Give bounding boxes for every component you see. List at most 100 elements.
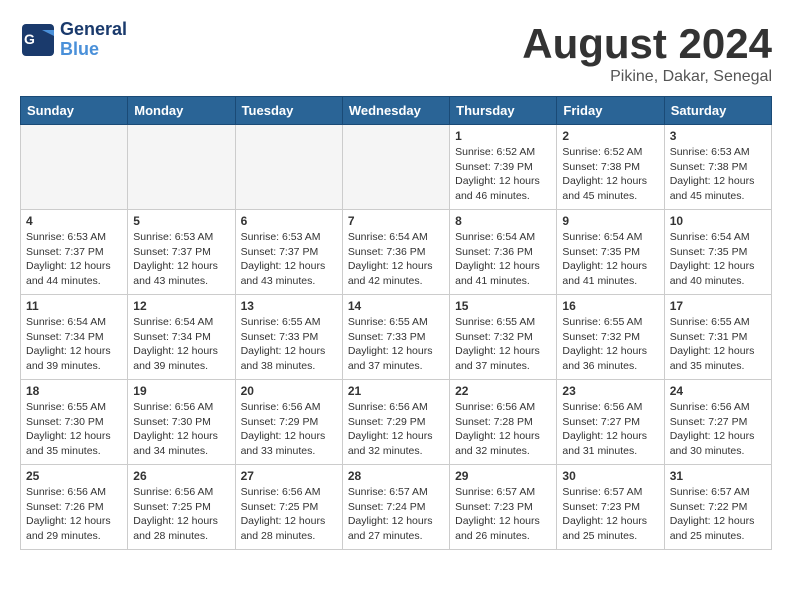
day-number: 24 [670, 384, 766, 398]
calendar-cell: 1 Sunrise: 6:52 AM Sunset: 7:39 PM Daylig… [450, 125, 557, 210]
day-number: 6 [241, 214, 337, 228]
day-info: Sunrise: 6:55 AM Sunset: 7:32 PM Dayligh… [455, 315, 551, 374]
logo-blue: Blue [60, 40, 127, 60]
calendar-cell: 11 Sunrise: 6:54 AM Sunset: 7:34 PM Dayli… [21, 295, 128, 380]
calendar-cell: 31Sunrise: 6:57 AM Sunset: 7:22 PM Dayli… [664, 465, 771, 550]
calendar-cell: 20 Sunrise: 6:56 AM Sunset: 7:29 PM Dayli… [235, 380, 342, 465]
calendar-cell: 21 Sunrise: 6:56 AM Sunset: 7:29 PM Dayli… [342, 380, 449, 465]
calendar-cell: 6 Sunrise: 6:53 AM Sunset: 7:37 PM Daylig… [235, 210, 342, 295]
day-number: 14 [348, 299, 444, 313]
day-info: Sunrise: 6:56 AM Sunset: 7:25 PM Dayligh… [241, 485, 337, 544]
day-number: 16 [562, 299, 658, 313]
day-info: Sunrise: 6:53 AM Sunset: 7:38 PM Dayligh… [670, 145, 766, 204]
day-number: 20 [241, 384, 337, 398]
weekday-sunday: Sunday [21, 97, 128, 125]
day-number: 2 [562, 129, 658, 143]
calendar-cell [128, 125, 235, 210]
day-info: Sunrise: 6:56 AM Sunset: 7:28 PM Dayligh… [455, 400, 551, 459]
weekday-monday: Monday [128, 97, 235, 125]
day-info: Sunrise: 6:56 AM Sunset: 7:26 PM Dayligh… [26, 485, 122, 544]
weekday-thursday: Thursday [450, 97, 557, 125]
day-info: Sunrise: 6:55 AM Sunset: 7:33 PM Dayligh… [348, 315, 444, 374]
day-number: 3 [670, 129, 766, 143]
day-number: 5 [133, 214, 229, 228]
day-info: Sunrise: 6:54 AM Sunset: 7:36 PM Dayligh… [348, 230, 444, 289]
weekday-wednesday: Wednesday [342, 97, 449, 125]
day-info: Sunrise: 6:54 AM Sunset: 7:34 PM Dayligh… [26, 315, 122, 374]
day-info: Sunrise: 6:57 AM Sunset: 7:22 PM Dayligh… [670, 485, 766, 544]
day-number: 26 [133, 469, 229, 483]
svg-text:G: G [24, 31, 35, 47]
calendar-cell: 5 Sunrise: 6:53 AM Sunset: 7:37 PM Daylig… [128, 210, 235, 295]
day-info: Sunrise: 6:53 AM Sunset: 7:37 PM Dayligh… [133, 230, 229, 289]
calendar-cell: 4 Sunrise: 6:53 AM Sunset: 7:37 PM Daylig… [21, 210, 128, 295]
title-block: August 2024 Pikine, Dakar, Senegal [522, 20, 772, 86]
day-number: 27 [241, 469, 337, 483]
day-info: Sunrise: 6:55 AM Sunset: 7:31 PM Dayligh… [670, 315, 766, 374]
day-number: 1 [455, 129, 551, 143]
calendar-cell: 24Sunrise: 6:56 AM Sunset: 7:27 PM Dayli… [664, 380, 771, 465]
day-number: 17 [670, 299, 766, 313]
day-info: Sunrise: 6:54 AM Sunset: 7:35 PM Dayligh… [562, 230, 658, 289]
calendar-cell: 19 Sunrise: 6:56 AM Sunset: 7:30 PM Dayli… [128, 380, 235, 465]
day-info: Sunrise: 6:56 AM Sunset: 7:29 PM Dayligh… [241, 400, 337, 459]
logo-general: General [60, 20, 127, 40]
location-subtitle: Pikine, Dakar, Senegal [522, 68, 772, 86]
day-info: Sunrise: 6:52 AM Sunset: 7:39 PM Dayligh… [455, 145, 551, 204]
calendar-cell: 27 Sunrise: 6:56 AM Sunset: 7:25 PM Dayli… [235, 465, 342, 550]
calendar-cell [21, 125, 128, 210]
calendar-cell: 22Sunrise: 6:56 AM Sunset: 7:28 PM Dayli… [450, 380, 557, 465]
calendar-cell: 15 Sunrise: 6:55 AM Sunset: 7:32 PM Dayli… [450, 295, 557, 380]
day-number: 12 [133, 299, 229, 313]
day-number: 7 [348, 214, 444, 228]
calendar-cell: 9 Sunrise: 6:54 AM Sunset: 7:35 PM Daylig… [557, 210, 664, 295]
day-number: 13 [241, 299, 337, 313]
calendar-cell: 12Sunrise: 6:54 AM Sunset: 7:34 PM Dayli… [128, 295, 235, 380]
day-number: 25 [26, 469, 122, 483]
day-number: 9 [562, 214, 658, 228]
day-info: Sunrise: 6:54 AM Sunset: 7:35 PM Dayligh… [670, 230, 766, 289]
day-number: 30 [562, 469, 658, 483]
day-number: 11 [26, 299, 122, 313]
day-info: Sunrise: 6:57 AM Sunset: 7:24 PM Dayligh… [348, 485, 444, 544]
calendar-cell: 28 Sunrise: 6:57 AM Sunset: 7:24 PM Dayli… [342, 465, 449, 550]
day-info: Sunrise: 6:54 AM Sunset: 7:36 PM Dayligh… [455, 230, 551, 289]
logo-icon: G [20, 22, 56, 58]
weekday-friday: Friday [557, 97, 664, 125]
day-number: 4 [26, 214, 122, 228]
day-number: 15 [455, 299, 551, 313]
day-info: Sunrise: 6:53 AM Sunset: 7:37 PM Dayligh… [241, 230, 337, 289]
week-row-1: 1 Sunrise: 6:52 AM Sunset: 7:39 PM Daylig… [21, 125, 772, 210]
day-info: Sunrise: 6:56 AM Sunset: 7:30 PM Dayligh… [133, 400, 229, 459]
calendar-cell: 26 Sunrise: 6:56 AM Sunset: 7:25 PM Dayli… [128, 465, 235, 550]
day-info: Sunrise: 6:55 AM Sunset: 7:33 PM Dayligh… [241, 315, 337, 374]
logo: G General Blue [20, 20, 127, 60]
week-row-4: 18 Sunrise: 6:55 AM Sunset: 7:30 PM Dayli… [21, 380, 772, 465]
weekday-header-row: SundayMondayTuesdayWednesdayThursdayFrid… [21, 97, 772, 125]
day-number: 19 [133, 384, 229, 398]
day-number: 23 [562, 384, 658, 398]
day-number: 18 [26, 384, 122, 398]
day-info: Sunrise: 6:52 AM Sunset: 7:38 PM Dayligh… [562, 145, 658, 204]
day-info: Sunrise: 6:56 AM Sunset: 7:27 PM Dayligh… [562, 400, 658, 459]
day-number: 10 [670, 214, 766, 228]
day-info: Sunrise: 6:55 AM Sunset: 7:30 PM Dayligh… [26, 400, 122, 459]
calendar-cell: 14 Sunrise: 6:55 AM Sunset: 7:33 PM Dayli… [342, 295, 449, 380]
weekday-tuesday: Tuesday [235, 97, 342, 125]
calendar-cell: 18 Sunrise: 6:55 AM Sunset: 7:30 PM Dayli… [21, 380, 128, 465]
calendar-cell: 13 Sunrise: 6:55 AM Sunset: 7:33 PM Dayli… [235, 295, 342, 380]
day-info: Sunrise: 6:56 AM Sunset: 7:29 PM Dayligh… [348, 400, 444, 459]
calendar-cell: 25 Sunrise: 6:56 AM Sunset: 7:26 PM Dayli… [21, 465, 128, 550]
day-info: Sunrise: 6:55 AM Sunset: 7:32 PM Dayligh… [562, 315, 658, 374]
calendar-cell: 30 Sunrise: 6:57 AM Sunset: 7:23 PM Dayli… [557, 465, 664, 550]
day-info: Sunrise: 6:53 AM Sunset: 7:37 PM Dayligh… [26, 230, 122, 289]
calendar-cell: 10 Sunrise: 6:54 AM Sunset: 7:35 PM Dayli… [664, 210, 771, 295]
day-number: 29 [455, 469, 551, 483]
day-number: 28 [348, 469, 444, 483]
day-info: Sunrise: 6:57 AM Sunset: 7:23 PM Dayligh… [562, 485, 658, 544]
day-info: Sunrise: 6:56 AM Sunset: 7:25 PM Dayligh… [133, 485, 229, 544]
calendar-cell: 2 Sunrise: 6:52 AM Sunset: 7:38 PM Daylig… [557, 125, 664, 210]
calendar-cell [235, 125, 342, 210]
month-year-title: August 2024 [522, 20, 772, 68]
day-number: 21 [348, 384, 444, 398]
